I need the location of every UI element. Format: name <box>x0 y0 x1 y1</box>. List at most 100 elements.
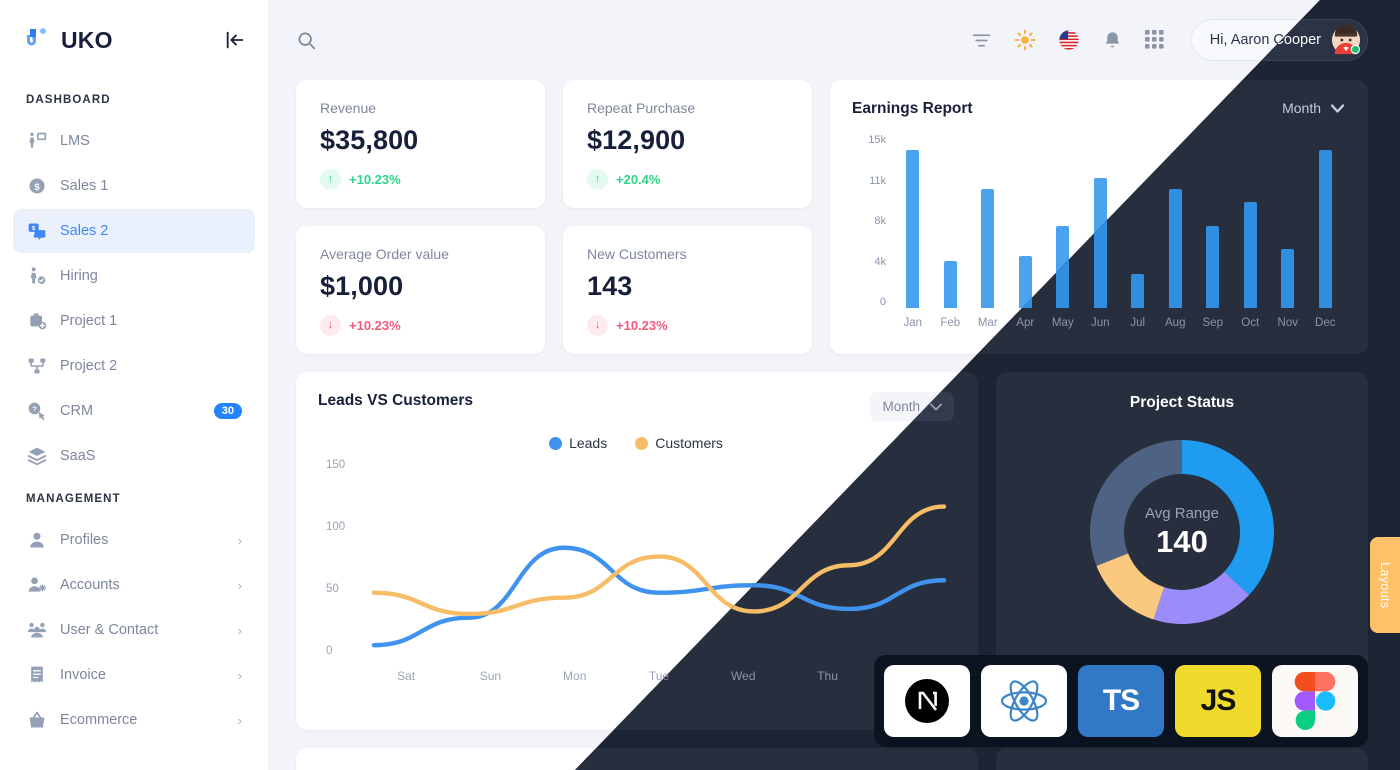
x-tick: Feb <box>940 317 961 329</box>
sidebar-item-project-1[interactable]: Project 1 <box>13 299 255 343</box>
apps-grid-icon[interactable] <box>1144 30 1165 50</box>
search-icon[interactable] <box>296 30 317 51</box>
earnings-range-select[interactable]: Month <box>1282 100 1344 116</box>
sidebar-item-badge: 30 <box>213 403 242 419</box>
sidebar-item-project-2[interactable]: Project 2 <box>13 344 255 388</box>
react-logo[interactable] <box>981 665 1067 737</box>
figma-logo[interactable] <box>1272 665 1358 737</box>
sidebar-item-invoice[interactable]: Invoice › <box>13 653 255 697</box>
sidebar-item-label: User & Contact <box>60 622 159 638</box>
profiles-icon <box>26 529 48 551</box>
tech-stack-dock: TS JS <box>874 655 1368 747</box>
leads-plot: 150100500SatSunMonTueWedThuFri <box>318 459 954 683</box>
typescript-logo[interactable]: TS <box>1078 665 1164 737</box>
donut-center: Avg Range 140 <box>1072 422 1292 642</box>
stat-label: Average Order value <box>320 246 449 262</box>
sidebar-item-label: Profiles <box>60 532 109 548</box>
legend-item[interactable]: Leads <box>549 435 607 451</box>
filter-icon[interactable] <box>971 30 992 51</box>
sidebar-item-hiring[interactable]: Hiring <box>13 254 255 298</box>
bar[interactable] <box>1168 189 1182 308</box>
sidebar-item-sales-2[interactable]: $ Sales 2 <box>13 209 255 253</box>
x-tick: Apr <box>1016 317 1035 329</box>
ecommerce-icon <box>26 709 48 731</box>
uko-logo-icon <box>26 26 52 54</box>
sidebar-item-ecommerce[interactable]: Ecommerce › <box>13 698 255 742</box>
trend-down-icon: ↓ <box>320 315 341 336</box>
bar[interactable] <box>1243 202 1257 308</box>
leads-range-select[interactable]: Month <box>870 392 954 421</box>
project1-icon <box>26 310 48 332</box>
y-axis: 150 100 50 0 <box>326 459 356 659</box>
theme-sun-icon[interactable] <box>1014 29 1036 51</box>
bottom-card-right <box>996 748 1368 770</box>
leads-line-svg <box>371 504 947 648</box>
x-tick: Sun <box>479 669 502 683</box>
next-js-logo[interactable] <box>884 665 970 737</box>
bar[interactable] <box>1318 150 1332 308</box>
bar-column: Jan <box>894 134 932 338</box>
chart-legend: Leads Customers <box>318 435 954 451</box>
user-greeting: Hi, Aaron Cooper <box>1209 32 1321 48</box>
bar[interactable] <box>1281 249 1295 308</box>
sidebar-item-lms[interactable]: LMS <box>13 119 255 163</box>
x-tick: Thu <box>817 669 838 683</box>
bar[interactable] <box>1018 256 1032 308</box>
y-tick: 150 <box>326 459 346 471</box>
x-tick: Jun <box>1090 317 1110 329</box>
tech-badge-label: TS <box>1102 684 1140 717</box>
layouts-tab-label: Layouts <box>1378 561 1392 609</box>
bar-column: Feb <box>932 134 970 338</box>
sidebar-item-label: Sales 1 <box>60 178 109 194</box>
stat-value: $12,900 <box>587 125 686 155</box>
y-tick: 8k <box>874 215 886 227</box>
stat-delta: ↑ +20.4% <box>587 169 788 190</box>
bottom-row <box>296 748 1368 770</box>
bar[interactable] <box>1056 226 1070 308</box>
bars: Jan Feb Mar Apr May Jun Jul Aug Sep Oct Nov Dec <box>886 134 1344 338</box>
bar[interactable] <box>906 150 920 308</box>
topbar-actions: Hi, Aaron Cooper <box>971 19 1368 61</box>
collapse-sidebar-button[interactable] <box>224 29 246 51</box>
stat-label: Repeat Purchase <box>587 100 696 116</box>
language-flag-us-icon[interactable] <box>1058 29 1080 51</box>
x-tick: Dec <box>1315 317 1336 329</box>
bar-column: Jun <box>1082 134 1120 338</box>
sidebar-item-user-contact[interactable]: User & Contact › <box>13 608 255 652</box>
user-menu-button[interactable]: Hi, Aaron Cooper <box>1190 19 1368 61</box>
sidebar-item-saas[interactable]: SaaS <box>13 434 255 478</box>
y-tick: 11k <box>869 174 886 187</box>
x-tick: Sep <box>1202 317 1223 329</box>
bar[interactable] <box>943 261 957 308</box>
x-tick: May <box>1051 317 1074 329</box>
chevron-down-icon <box>1331 103 1344 113</box>
x-tick: Sat <box>397 669 416 683</box>
user-avatar[interactable] <box>1331 24 1361 55</box>
x-tick: Wed <box>731 669 756 683</box>
y-tick: 15k <box>868 134 886 146</box>
stat-delta-value: +10.23% <box>349 318 401 333</box>
javascript-logo[interactable]: JS <box>1175 665 1261 737</box>
bar[interactable] <box>981 189 995 308</box>
bar-column: Mar <box>969 134 1007 338</box>
legend-item[interactable]: Customers <box>635 435 723 451</box>
accounts-icon <box>26 574 48 596</box>
bar[interactable] <box>1131 274 1145 308</box>
sidebar-item-label: Project 1 <box>60 313 118 329</box>
sidebar-item-label: CRM <box>60 403 94 419</box>
notifications-bell-icon[interactable] <box>1102 30 1123 51</box>
card-header: Earnings Report Month <box>852 100 1344 118</box>
stat-cards: Revenue $35,800 ↑ +10.23% Repeat Purchase $12… <box>296 80 812 354</box>
stat-card: New Customers 143 ↓ +10.23% <box>563 226 812 354</box>
sidebar-item-accounts[interactable]: Accounts › <box>13 563 255 607</box>
chevron-right-icon: › <box>237 532 242 548</box>
chevron-right-icon: › <box>237 667 242 683</box>
bar-column: Aug <box>1157 134 1195 338</box>
layouts-tab-button[interactable]: Layouts <box>1370 537 1400 633</box>
bar[interactable] <box>1093 178 1107 308</box>
sidebar-item-crm[interactable]: ? CRM 30 <box>13 389 255 433</box>
sidebar-item-sales-1[interactable]: $ Sales 1 <box>13 164 255 208</box>
sidebar-item-profiles[interactable]: Profiles › <box>13 518 255 562</box>
x-tick: Nov <box>1277 317 1298 329</box>
bar[interactable] <box>1206 226 1220 308</box>
